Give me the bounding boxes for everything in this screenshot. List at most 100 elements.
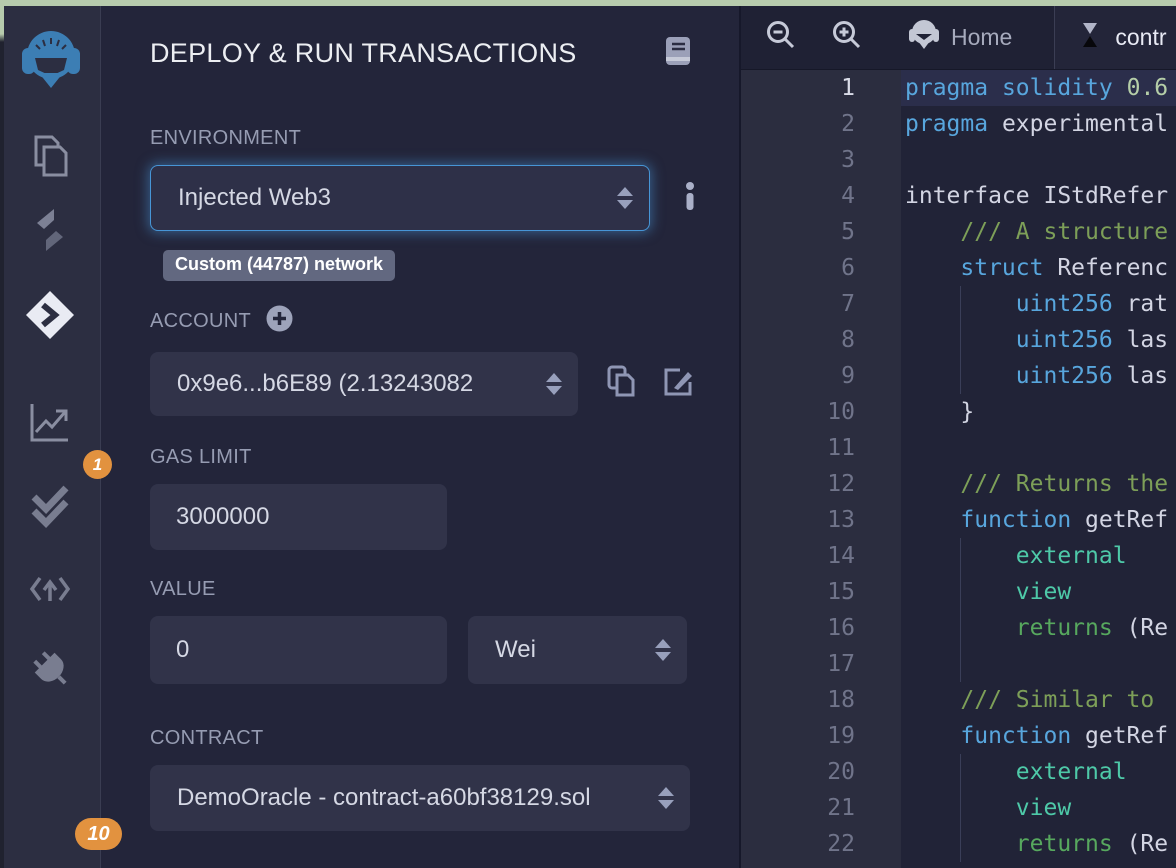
copy-account-icon[interactable] bbox=[607, 365, 637, 404]
indent-guide-line bbox=[960, 754, 961, 790]
account-select[interactable]: 0x9e6...b6E89 (2.13243082 bbox=[150, 352, 578, 416]
file-explorer-icon[interactable] bbox=[28, 133, 74, 184]
line-number[interactable]: 20 bbox=[741, 754, 901, 790]
remix-logo-icon bbox=[21, 28, 81, 95]
code-line[interactable]: uint256 las bbox=[901, 322, 1176, 358]
environment-value: Injected Web3 bbox=[178, 184, 331, 211]
contract-select[interactable]: DemoOracle - contract-a60bf38129.sol bbox=[150, 765, 690, 831]
account-value: 0x9e6...b6E89 (2.13243082 bbox=[177, 370, 474, 397]
indent-guide-line bbox=[960, 538, 961, 574]
network-badge: Custom (44787) network bbox=[163, 250, 396, 281]
documentation-icon[interactable] bbox=[664, 36, 691, 71]
line-number[interactable]: 22 bbox=[741, 826, 901, 862]
info-icon[interactable] bbox=[683, 181, 697, 216]
chevron-up-down-icon bbox=[655, 639, 671, 661]
code-line[interactable]: function getRef bbox=[901, 502, 1176, 538]
code-line[interactable]: struct Referenc bbox=[901, 250, 1176, 286]
gas-limit-label: GAS LIMIT bbox=[150, 446, 252, 468]
code-line[interactable]: /// A structure bbox=[901, 214, 1176, 250]
publish-code-icon[interactable] bbox=[28, 570, 72, 615]
line-number[interactable]: 4 bbox=[741, 178, 901, 214]
contract-value: DemoOracle - contract-a60bf38129.sol bbox=[177, 784, 591, 811]
code-line[interactable]: view bbox=[901, 574, 1176, 610]
line-number[interactable]: 15 bbox=[741, 574, 901, 610]
line-number[interactable]: 19 bbox=[741, 718, 901, 754]
environment-label: ENVIRONMENT bbox=[150, 127, 302, 149]
compiler-badge: 1 bbox=[83, 450, 112, 479]
code-line[interactable]: external bbox=[901, 538, 1176, 574]
code-line[interactable]: interface IStdRefer bbox=[901, 178, 1176, 214]
code-line[interactable] bbox=[901, 430, 1176, 466]
line-number[interactable]: 7 bbox=[741, 286, 901, 322]
code-editor: Home contr 1 2 3 4 5 6 7 8 9 10 11 12 13 14 15 16 17 18 19… bbox=[739, 6, 1176, 868]
tab-contract-label: contr bbox=[1115, 24, 1167, 50]
icon-sidebar: 1 10 bbox=[0, 6, 122, 868]
code-line[interactable]: view bbox=[901, 790, 1176, 826]
indent-guide-line bbox=[960, 286, 961, 322]
line-number[interactable]: 3 bbox=[741, 142, 901, 178]
code-line[interactable]: returns (Re bbox=[901, 610, 1176, 646]
code-content[interactable]: pragma solidity 0.6 pragma experimental in… bbox=[901, 70, 1176, 868]
line-number[interactable]: 18 bbox=[741, 682, 901, 718]
deploy-run-icon[interactable] bbox=[24, 289, 76, 346]
zoom-out-icon[interactable] bbox=[765, 19, 797, 56]
add-account-icon[interactable] bbox=[266, 305, 293, 337]
code-line[interactable] bbox=[901, 646, 1176, 682]
unit-testing-icon[interactable] bbox=[27, 482, 73, 533]
indent-guide-line bbox=[960, 322, 961, 358]
line-number[interactable]: 8 bbox=[741, 322, 901, 358]
indent-guide-line bbox=[960, 646, 961, 682]
account-label: ACCOUNT bbox=[150, 309, 251, 332]
tab-contract[interactable]: contr bbox=[1054, 6, 1176, 69]
line-number[interactable]: 9 bbox=[741, 358, 901, 394]
line-number[interactable]: 17 bbox=[741, 646, 901, 682]
indent-guide-line bbox=[960, 610, 961, 646]
line-number[interactable]: 6 bbox=[741, 250, 901, 286]
deploy-run-panel: DEPLOY & RUN TRANSACTIONS ENVIRONMENT In… bbox=[101, 6, 739, 868]
line-number[interactable]: 1 bbox=[741, 70, 901, 106]
value-unit-select[interactable]: Wei bbox=[468, 616, 687, 684]
line-number[interactable]: 2 bbox=[741, 106, 901, 142]
indent-guide-line bbox=[960, 574, 961, 610]
line-number[interactable]: 16 bbox=[741, 610, 901, 646]
editor-tabbar: Home contr bbox=[741, 6, 1176, 70]
window-left-edge bbox=[0, 0, 4, 868]
line-number[interactable]: 10 bbox=[741, 394, 901, 430]
line-number-gutter: 1 2 3 4 5 6 7 8 9 10 11 12 13 14 15 16 17 18 19 20 21 22 bbox=[741, 70, 901, 868]
code-line[interactable]: pragma experimental bbox=[901, 106, 1176, 142]
line-number[interactable]: 21 bbox=[741, 790, 901, 826]
code-line[interactable]: uint256 rat bbox=[901, 286, 1176, 322]
indent-guide-line bbox=[960, 790, 961, 826]
indent-guide-line bbox=[960, 358, 961, 394]
solidity-file-icon bbox=[1077, 20, 1103, 55]
code-line[interactable]: returns (Re bbox=[901, 826, 1176, 862]
code-line[interactable]: } bbox=[901, 394, 1176, 430]
line-number[interactable]: 12 bbox=[741, 466, 901, 502]
chevron-up-down-icon bbox=[546, 373, 562, 395]
code-line[interactable]: uint256 las bbox=[901, 358, 1176, 394]
environment-select[interactable]: Injected Web3 bbox=[150, 165, 650, 231]
code-line[interactable]: pragma solidity 0.6 bbox=[901, 70, 1176, 106]
code-line[interactable]: external bbox=[901, 754, 1176, 790]
code-area: 1 2 3 4 5 6 7 8 9 10 11 12 13 14 15 16 17 18 19 20 21 22 prag… bbox=[741, 70, 1176, 868]
line-number[interactable]: 11 bbox=[741, 430, 901, 466]
remix-home-icon bbox=[909, 19, 939, 56]
code-line[interactable]: /// Returns the bbox=[901, 466, 1176, 502]
analytics-badge: 10 bbox=[75, 818, 122, 850]
value-input[interactable] bbox=[150, 616, 447, 684]
analytics-icon[interactable]: 10 bbox=[27, 399, 122, 850]
code-line[interactable]: /// Similar to bbox=[901, 682, 1176, 718]
zoom-in-icon[interactable] bbox=[831, 19, 863, 56]
gas-limit-input[interactable] bbox=[150, 484, 447, 550]
solidity-compiler-icon[interactable]: 1 bbox=[27, 207, 112, 479]
line-number[interactable]: 13 bbox=[741, 502, 901, 538]
line-number[interactable]: 5 bbox=[741, 214, 901, 250]
plugin-manager-icon[interactable] bbox=[28, 646, 74, 697]
code-line[interactable]: function getRef bbox=[901, 718, 1176, 754]
tab-home[interactable]: Home bbox=[909, 6, 1012, 69]
edit-account-icon[interactable] bbox=[662, 366, 694, 403]
remix-ide: 1 10 DEPLOY & RUN TRANSACTIONS ENVIRONME… bbox=[0, 6, 1176, 868]
tab-home-label: Home bbox=[951, 24, 1013, 50]
line-number[interactable]: 14 bbox=[741, 538, 901, 574]
code-line[interactable] bbox=[901, 142, 1176, 178]
